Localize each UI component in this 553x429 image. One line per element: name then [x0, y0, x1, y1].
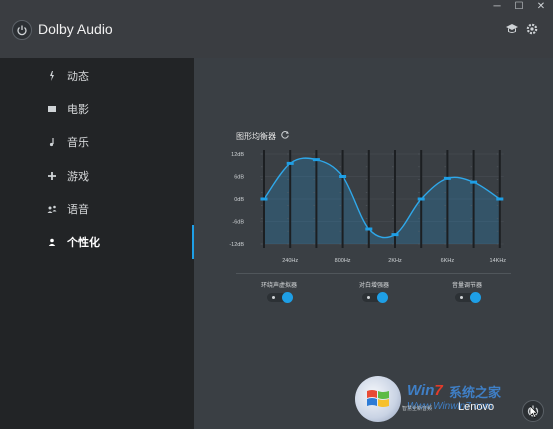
sidebar-item-label: 语音 — [67, 204, 89, 216]
eq-freq-label: 800Hz — [335, 258, 351, 264]
surround-virtualizer-label: 环绕声虚拟器 — [260, 283, 297, 289]
toggle-dot — [460, 296, 463, 299]
volume-leveler-setting: 音量调节器 — [427, 280, 507, 310]
dialog-enhancer-toggle[interactable] — [362, 292, 388, 303]
eq-freq-label: 14KHz — [490, 258, 507, 264]
sidebar-item-voice[interactable]: 语音 — [0, 194, 194, 224]
eq-band-handle[interactable] — [312, 158, 320, 162]
title-bar: ─ ☐ ✕ Dolby Audio — [0, 0, 553, 58]
eq-band-handle[interactable] — [443, 176, 451, 180]
eq-db-label: -12dB — [229, 242, 244, 248]
lenovo-logo: Lenovo — [458, 401, 495, 413]
sidebar-item-game[interactable]: 游戏 — [0, 161, 194, 191]
sidebar-item-label: 音乐 — [67, 137, 89, 149]
sidebar-item-music[interactable]: 音乐 — [0, 127, 194, 157]
toggle-knob — [470, 292, 481, 303]
eq-db-label: 0dB — [234, 197, 244, 203]
eq-freq-label: 2KHz — [388, 258, 402, 264]
eq-db-label: 12dB — [231, 152, 244, 158]
dialog-enhancer-label: 对白增强器 — [358, 283, 389, 289]
sidebar-item-label: 电影 — [67, 104, 89, 116]
sidebar-item-label: 个性化 — [67, 237, 100, 249]
close-button[interactable]: ✕ — [530, 0, 552, 14]
toggle-dot — [367, 296, 370, 299]
people-icon — [47, 205, 57, 213]
sidebar-item-label: 动态 — [67, 71, 89, 83]
eq-band-handle[interactable] — [260, 197, 268, 201]
sidebar-item-label: 游戏 — [67, 171, 89, 183]
volume-leveler-label: 音量调节器 — [451, 283, 482, 289]
volume-leveler-toggle[interactable] — [455, 292, 481, 303]
watermark-cn-text: 系统之家 — [449, 385, 502, 400]
dialog-enhancer-setting: 对白增强器 — [334, 280, 414, 310]
app-title: Dolby Audio — [38, 21, 113, 37]
eq-band-handle[interactable] — [339, 175, 347, 178]
sidebar-item-movie[interactable]: 电影 — [0, 94, 194, 124]
mouse-cursor-icon — [530, 406, 538, 418]
minimize-button[interactable]: ─ — [486, 0, 508, 14]
eq-db-label: -6dB — [232, 220, 244, 226]
equalizer-curve-fill — [264, 158, 500, 244]
lightning-icon — [50, 71, 54, 81]
eq-band-handle[interactable] — [365, 227, 373, 231]
eq-freq-label: 240Hz — [282, 258, 298, 264]
eq-band-handle[interactable] — [496, 197, 504, 201]
eq-freq-label: 6KHz — [441, 258, 455, 264]
toggle-knob — [282, 292, 293, 303]
sidebar: 动态 电影 音乐 游戏 语音 个性化 — [0, 58, 194, 429]
eq-db-label: 6dB — [234, 175, 244, 181]
music-note-icon — [49, 138, 54, 147]
watermark-brand: Win7 — [407, 382, 443, 399]
equalizer-title: 图形均衡器 — [236, 132, 276, 141]
watermark-brand-seven: 7 — [434, 382, 443, 399]
windows-logo-icon — [355, 376, 401, 422]
sidebar-item-personalize[interactable]: 个性化 — [0, 227, 194, 257]
divider — [236, 273, 511, 274]
graduation-cap-icon[interactable] — [505, 23, 519, 35]
eq-band-handle[interactable] — [391, 233, 399, 237]
eq-band-handle[interactable] — [470, 180, 478, 184]
reset-icon[interactable] — [280, 130, 290, 140]
sidebar-item-dynamic[interactable]: 动态 — [0, 61, 194, 91]
maximize-button[interactable]: ☐ — [508, 0, 530, 14]
footer-small-text: 智慧全新音频 — [402, 406, 433, 412]
toggle-knob — [377, 292, 388, 303]
equalizer-graph[interactable]: 12dB 6dB 0dB -6dB -12dB 240Hz 800Hz 2KHz 6KHz 14… — [222, 144, 512, 270]
surround-virtualizer-toggle[interactable] — [267, 292, 293, 303]
toggle-dot — [272, 296, 275, 299]
surround-virtualizer-setting: 环绕声虚拟器 — [239, 280, 319, 310]
gear-icon[interactable] — [525, 22, 539, 36]
gamepad-icon — [48, 172, 56, 180]
windows-flag-icon — [367, 390, 389, 407]
eq-band-handle[interactable] — [286, 161, 294, 165]
film-icon — [48, 106, 56, 112]
eq-band-handle[interactable] — [417, 197, 425, 201]
watermark-brand-text: Win — [407, 382, 435, 399]
power-icon — [12, 20, 32, 40]
main-panel: 图形均衡器 12dB 6dB 0dB -6dB -12dB 240Hz 800Hz 2KHz… — [194, 58, 553, 429]
person-icon — [48, 238, 56, 246]
